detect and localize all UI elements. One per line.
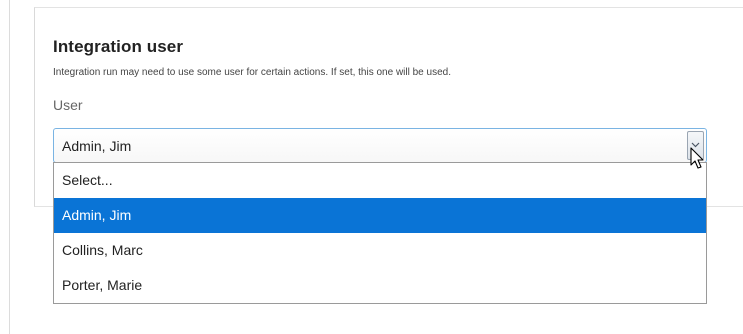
- user-select-value: Admin, Jim: [62, 138, 132, 154]
- user-dropdown-list: Select... Admin, Jim Collins, Marc Porte…: [53, 162, 707, 304]
- outer-divider: [9, 0, 10, 334]
- dropdown-option-select[interactable]: Select...: [54, 163, 706, 198]
- dropdown-option-admin-jim[interactable]: Admin, Jim: [54, 198, 706, 233]
- page: Integration user Integration run may nee…: [0, 0, 743, 334]
- dropdown-toggle-button[interactable]: [687, 131, 704, 160]
- user-field-label: User: [53, 97, 83, 113]
- section-title: Integration user: [53, 37, 184, 56]
- user-select[interactable]: Admin, Jim: [53, 128, 707, 163]
- dropdown-option-porter-marie[interactable]: Porter, Marie: [54, 268, 706, 303]
- section-description: Integration run may need to use some use…: [53, 67, 451, 78]
- chevron-down-icon: [691, 142, 700, 148]
- dropdown-option-collins-marc[interactable]: Collins, Marc: [54, 233, 706, 268]
